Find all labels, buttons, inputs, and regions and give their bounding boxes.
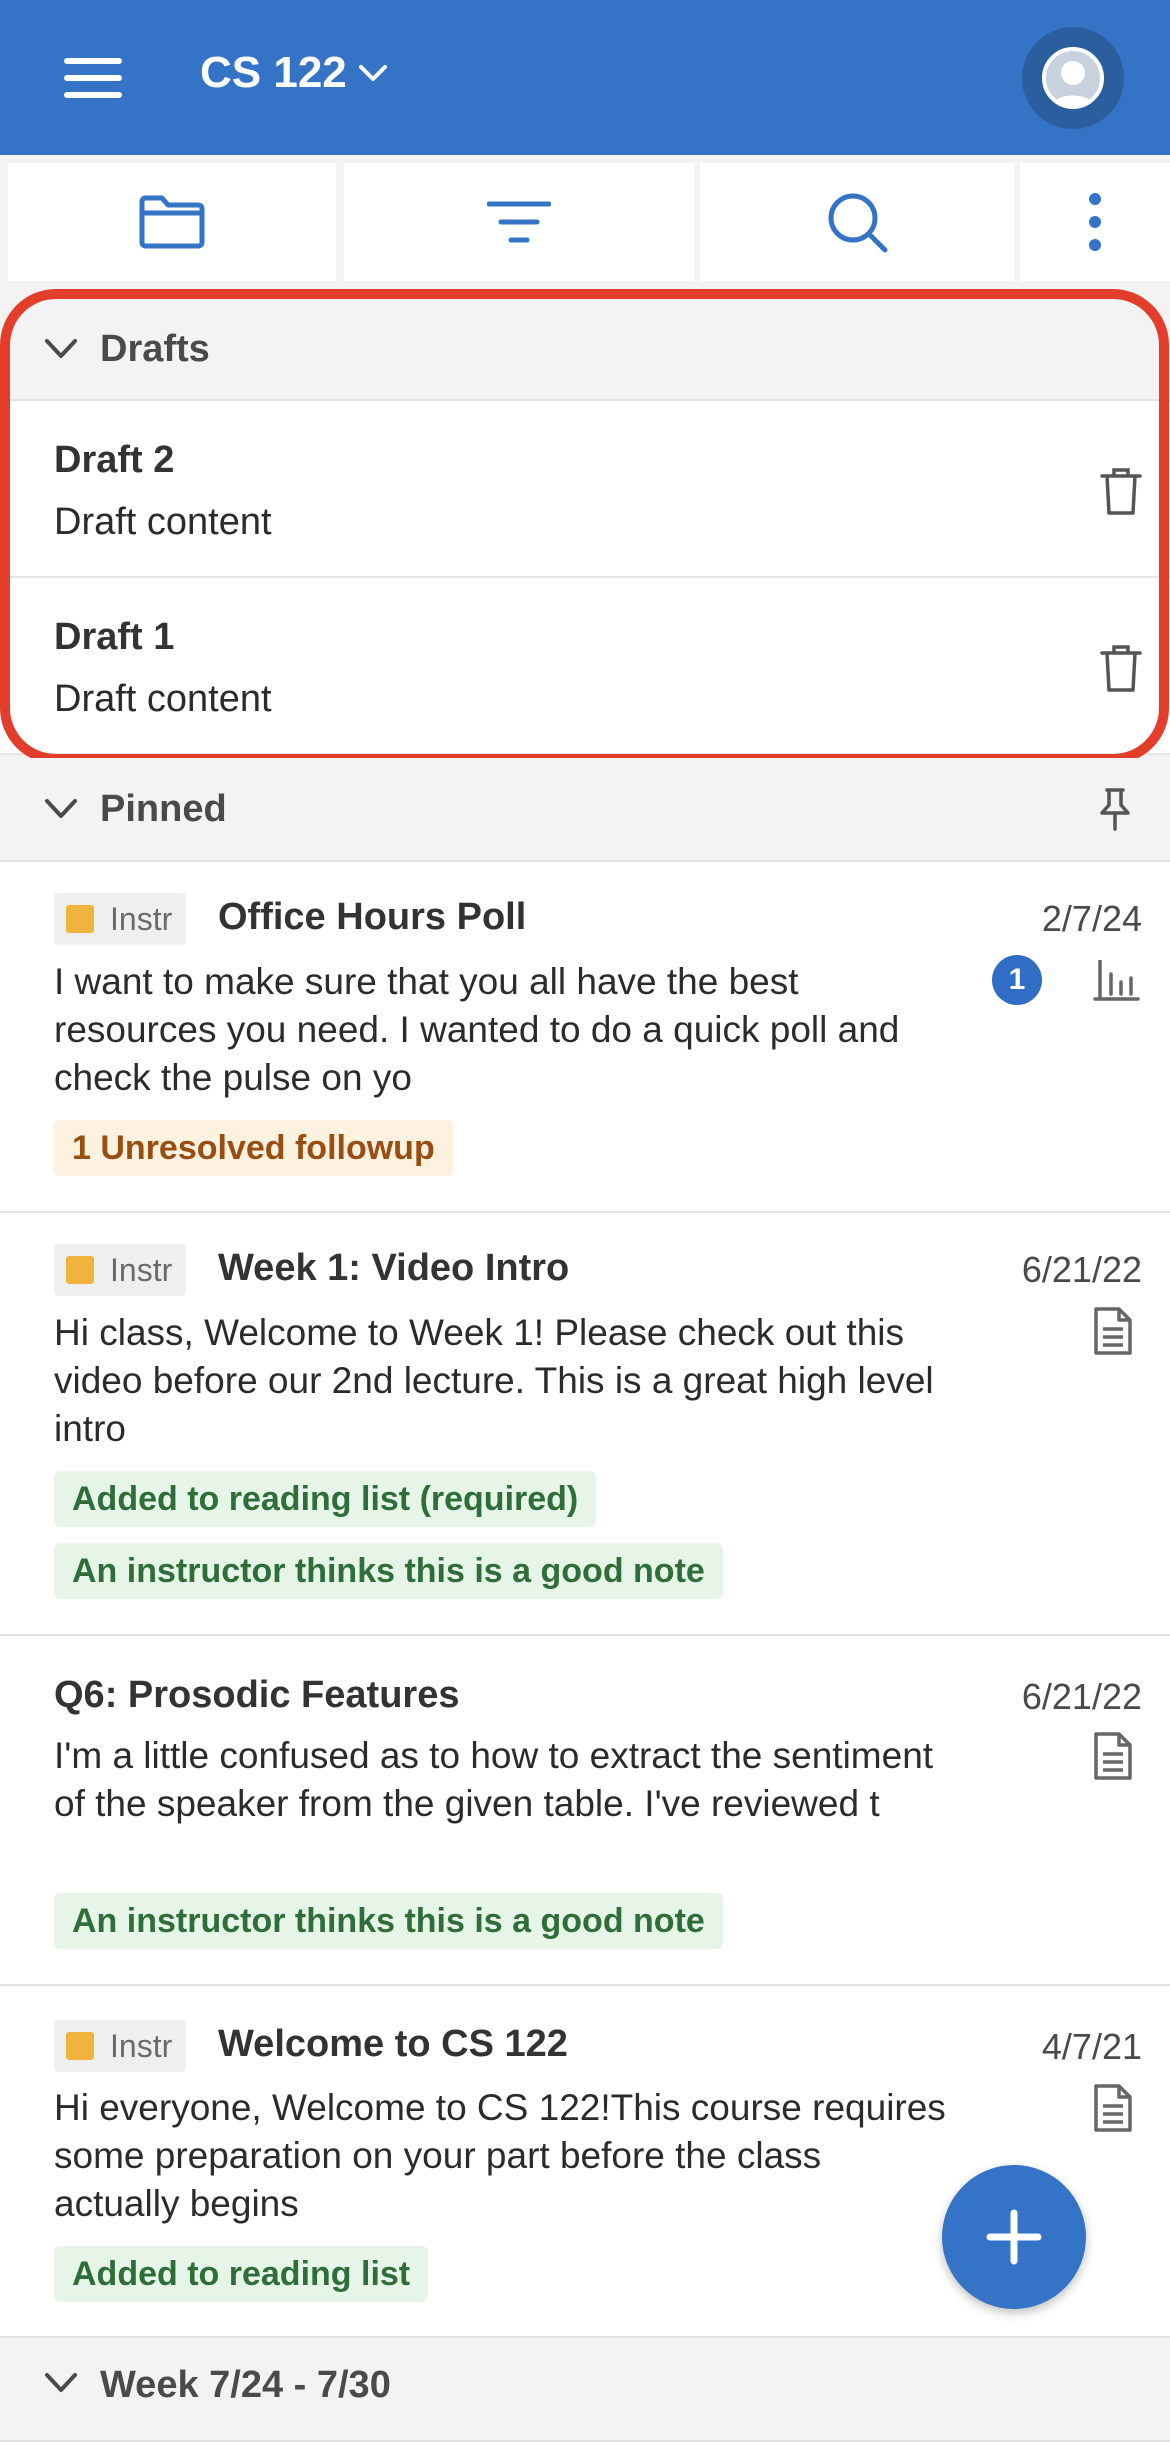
toolbar bbox=[0, 155, 1170, 290]
search-button[interactable] bbox=[700, 163, 1014, 281]
post-date: 4/7/21 bbox=[1041, 2026, 1142, 2067]
course-selector[interactable]: CS 122 bbox=[200, 48, 391, 98]
post-body: I want to make sure that you all have th… bbox=[54, 961, 900, 1098]
post-date: 6/21/22 bbox=[1021, 1676, 1142, 1717]
chevron-down-icon bbox=[45, 799, 77, 818]
post-title: Office Hours Poll bbox=[218, 896, 527, 938]
pinned-section-header[interactable]: Pinned bbox=[0, 758, 1170, 862]
instructor-badge: Instr bbox=[54, 2020, 187, 2072]
post-body: Hi everyone, Welcome to CS 122!This cour… bbox=[54, 2087, 946, 2224]
section-label: Drafts bbox=[100, 327, 210, 370]
unread-count-badge: 1 bbox=[992, 955, 1042, 1005]
instructor-badge: Instr bbox=[54, 1244, 187, 1296]
note-icon bbox=[1094, 1307, 1132, 1355]
post-title: Q6: Prosodic Features bbox=[54, 1674, 460, 1716]
draft-title: Draft 2 bbox=[54, 439, 175, 481]
draft-item[interactable]: Draft 2 Draft content bbox=[0, 401, 1170, 578]
post-item[interactable]: Instr Office Hours Poll 2/7/24 I want to… bbox=[0, 862, 1170, 1213]
post-title: Welcome to CS 122 bbox=[218, 2023, 568, 2065]
poll-icon bbox=[1093, 960, 1140, 1001]
followup-tag: 1 Unresolved followup bbox=[54, 1120, 453, 1176]
search-icon bbox=[828, 193, 888, 253]
reading-list-tag: Added to reading list bbox=[54, 2246, 429, 2302]
post-item[interactable]: Q6: Prosodic Features 6/21/22 I'm a litt… bbox=[0, 1636, 1170, 1986]
app-header: CS 122 bbox=[0, 0, 1170, 155]
note-icon bbox=[1094, 1732, 1132, 1780]
post-date: 6/21/22 bbox=[1021, 1249, 1142, 1290]
more-button[interactable] bbox=[1020, 163, 1170, 281]
folder-button[interactable] bbox=[8, 163, 336, 281]
post-body: I'm a little confused as to how to extra… bbox=[54, 1735, 934, 1824]
filter-button[interactable] bbox=[344, 163, 694, 281]
avatar[interactable] bbox=[1022, 27, 1124, 129]
good-note-tag: An instructor thinks this is a good note bbox=[54, 1543, 723, 1599]
chevron-down-icon bbox=[358, 65, 387, 81]
week-section-header[interactable]: Week 7/24 - 7/30 bbox=[0, 2338, 1170, 2442]
draft-item[interactable]: Draft 1 Draft content bbox=[0, 578, 1170, 755]
instructor-badge: Instr bbox=[54, 893, 187, 945]
trash-icon[interactable] bbox=[1100, 644, 1142, 694]
post-body: Hi class, Welcome to Week 1! Please chec… bbox=[54, 1312, 934, 1449]
good-note-tag: An instructor thinks this is a good note bbox=[54, 1893, 723, 1949]
post-date: 2/7/24 bbox=[1041, 898, 1142, 939]
more-vertical-icon bbox=[1089, 193, 1101, 251]
section-label: Pinned bbox=[100, 787, 227, 830]
note-icon bbox=[1094, 2084, 1132, 2132]
draft-content: Draft content bbox=[54, 501, 272, 543]
course-title: CS 122 bbox=[200, 48, 347, 97]
filter-icon bbox=[487, 201, 551, 243]
pin-icon bbox=[1100, 788, 1130, 831]
trash-icon[interactable] bbox=[1100, 467, 1142, 517]
chevron-down-icon bbox=[45, 339, 77, 358]
draft-content: Draft content bbox=[54, 678, 272, 720]
section-label: Week 7/24 - 7/30 bbox=[100, 2364, 391, 2406]
post-item[interactable]: Instr Week 1: Video Intro 6/21/22 Hi cla… bbox=[0, 1213, 1170, 1636]
menu-icon[interactable] bbox=[64, 58, 122, 98]
new-post-button[interactable] bbox=[942, 2165, 1086, 2309]
draft-title: Draft 1 bbox=[54, 616, 175, 658]
reading-list-tag: Added to reading list (required) bbox=[54, 1471, 597, 1527]
user-icon bbox=[1052, 61, 1094, 105]
post-title: Week 1: Video Intro bbox=[218, 1247, 570, 1289]
drafts-section-header[interactable]: Drafts bbox=[0, 299, 1170, 401]
plus-icon bbox=[986, 2209, 1042, 2265]
folder-icon bbox=[139, 195, 205, 249]
